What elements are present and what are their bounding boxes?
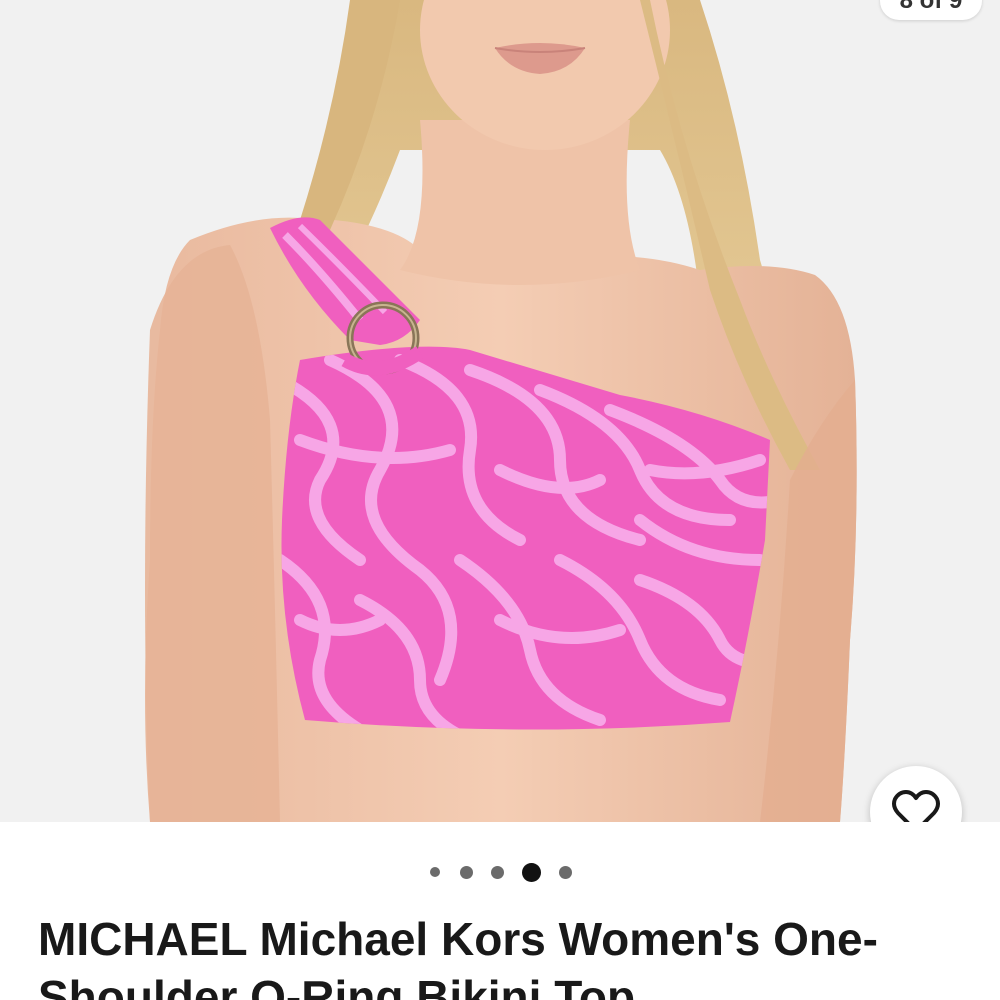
pagination-dot[interactable] xyxy=(430,867,440,877)
product-details: MICHAEL Michael Kors Women's One-Shoulde… xyxy=(0,822,1000,1000)
pagination-dot[interactable] xyxy=(559,865,572,879)
product-photo xyxy=(145,0,857,822)
product-title: MICHAEL Michael Kors Women's One-Shoulde… xyxy=(38,913,878,1000)
product-image-gallery[interactable]: 8 of 9 xyxy=(0,0,1000,822)
image-counter: 8 of 9 xyxy=(880,0,982,20)
pagination-dot[interactable] xyxy=(491,865,504,879)
image-pagination[interactable] xyxy=(0,860,1000,884)
pagination-dot[interactable] xyxy=(460,865,473,879)
heart-outline-icon xyxy=(892,790,940,822)
pagination-dot-active[interactable] xyxy=(522,862,541,882)
